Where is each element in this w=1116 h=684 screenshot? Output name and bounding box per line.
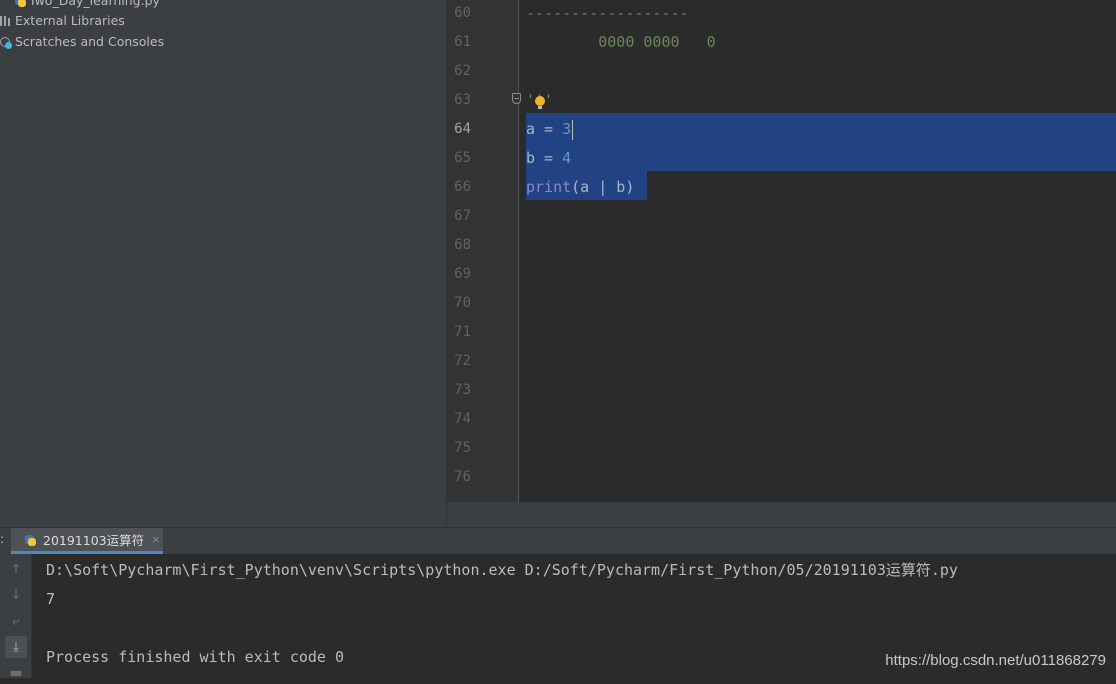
fold-icon[interactable] <box>512 93 521 104</box>
line-number: 61 <box>454 34 471 50</box>
code-line-66: print(a | b) <box>526 173 634 202</box>
scratches-icon <box>0 35 12 49</box>
builtin-function: print <box>526 178 572 196</box>
code-editor[interactable]: 60 61 62 63 64 65 66 67 68 69 70 71 72 7… <box>447 0 1116 502</box>
print-icon[interactable]: ▬ <box>5 662 27 684</box>
line-number: 66 <box>454 179 471 195</box>
line-number: 68 <box>454 237 471 253</box>
up-arrow-icon[interactable]: ↑ <box>5 559 27 581</box>
tree-item-scratches[interactable]: Scratches and Consoles <box>0 31 164 52</box>
number-literal: 3 <box>562 120 572 138</box>
gutter-divider <box>518 0 519 502</box>
scroll-to-end-icon[interactable]: ⤓ <box>5 636 27 658</box>
line-number: 67 <box>454 208 471 224</box>
code-line-65: b = 4 <box>526 144 571 173</box>
line-number: 63 <box>454 92 471 108</box>
text-caret <box>572 119 574 140</box>
run-tab-label: 20191103运算符 <box>43 533 145 548</box>
close-icon[interactable]: × <box>151 533 160 546</box>
line-number: 65 <box>454 150 471 166</box>
watermark-url: https://blog.csdn.net/u011868279 <box>885 652 1106 669</box>
number-literal: 4 <box>562 149 572 167</box>
run-panel-label: : <box>0 532 5 546</box>
console-line-exit-status: Process finished with exit code 0 <box>46 648 345 666</box>
code-line-64: a = 3 <box>526 115 574 144</box>
tree-item-label: External Libraries <box>15 13 125 28</box>
code-line-60: ------------------ <box>526 4 689 22</box>
run-toolbar: ↑ ↓ ⤶ ⤓ ▬ <box>0 554 32 681</box>
tree-item-external-libraries[interactable]: External Libraries <box>0 10 125 31</box>
console-line-output: 7 <box>46 590 56 608</box>
operator: = <box>535 120 563 138</box>
run-tool-window-header: : 20191103运算符 × <box>0 527 1116 554</box>
console-line-command: D:\Soft\Pycharm\First_Python\venv\Script… <box>46 561 958 579</box>
line-number: 76 <box>454 469 471 485</box>
library-icon <box>0 14 12 28</box>
line-number: 75 <box>454 440 471 456</box>
line-number: 73 <box>454 382 471 398</box>
python-file-icon <box>24 533 38 547</box>
selection-line-64 <box>526 113 1116 142</box>
operator: = <box>535 149 563 167</box>
editor-horizontal-scrollbar[interactable] <box>447 502 1116 527</box>
run-tab[interactable]: 20191103运算符 × <box>11 528 163 554</box>
call-arguments: (a | b) <box>571 178 635 196</box>
down-arrow-icon[interactable]: ↓ <box>5 584 27 606</box>
line-number: 60 <box>454 5 471 21</box>
line-number-current: 64 <box>454 121 471 137</box>
tree-item-label: Two_Day_learning.py <box>29 0 160 8</box>
project-tool-window: Two_Day_learning.py External Libraries S… <box>0 0 447 527</box>
selection-line-65 <box>526 142 1116 171</box>
variable: b <box>526 149 536 167</box>
python-file-icon <box>14 0 26 8</box>
line-number: 72 <box>454 353 471 369</box>
variable: a <box>526 120 536 138</box>
bulb-icon[interactable] <box>535 96 545 110</box>
line-number: 74 <box>454 411 471 427</box>
tree-item-label: Scratches and Consoles <box>15 34 165 49</box>
code-line-61: 0000 0000 0 <box>526 33 716 51</box>
line-number: 62 <box>454 63 471 79</box>
line-number: 71 <box>454 324 471 340</box>
line-number: 69 <box>454 266 471 282</box>
soft-wrap-icon[interactable]: ⤶ <box>5 610 27 632</box>
line-number: 70 <box>454 295 471 311</box>
